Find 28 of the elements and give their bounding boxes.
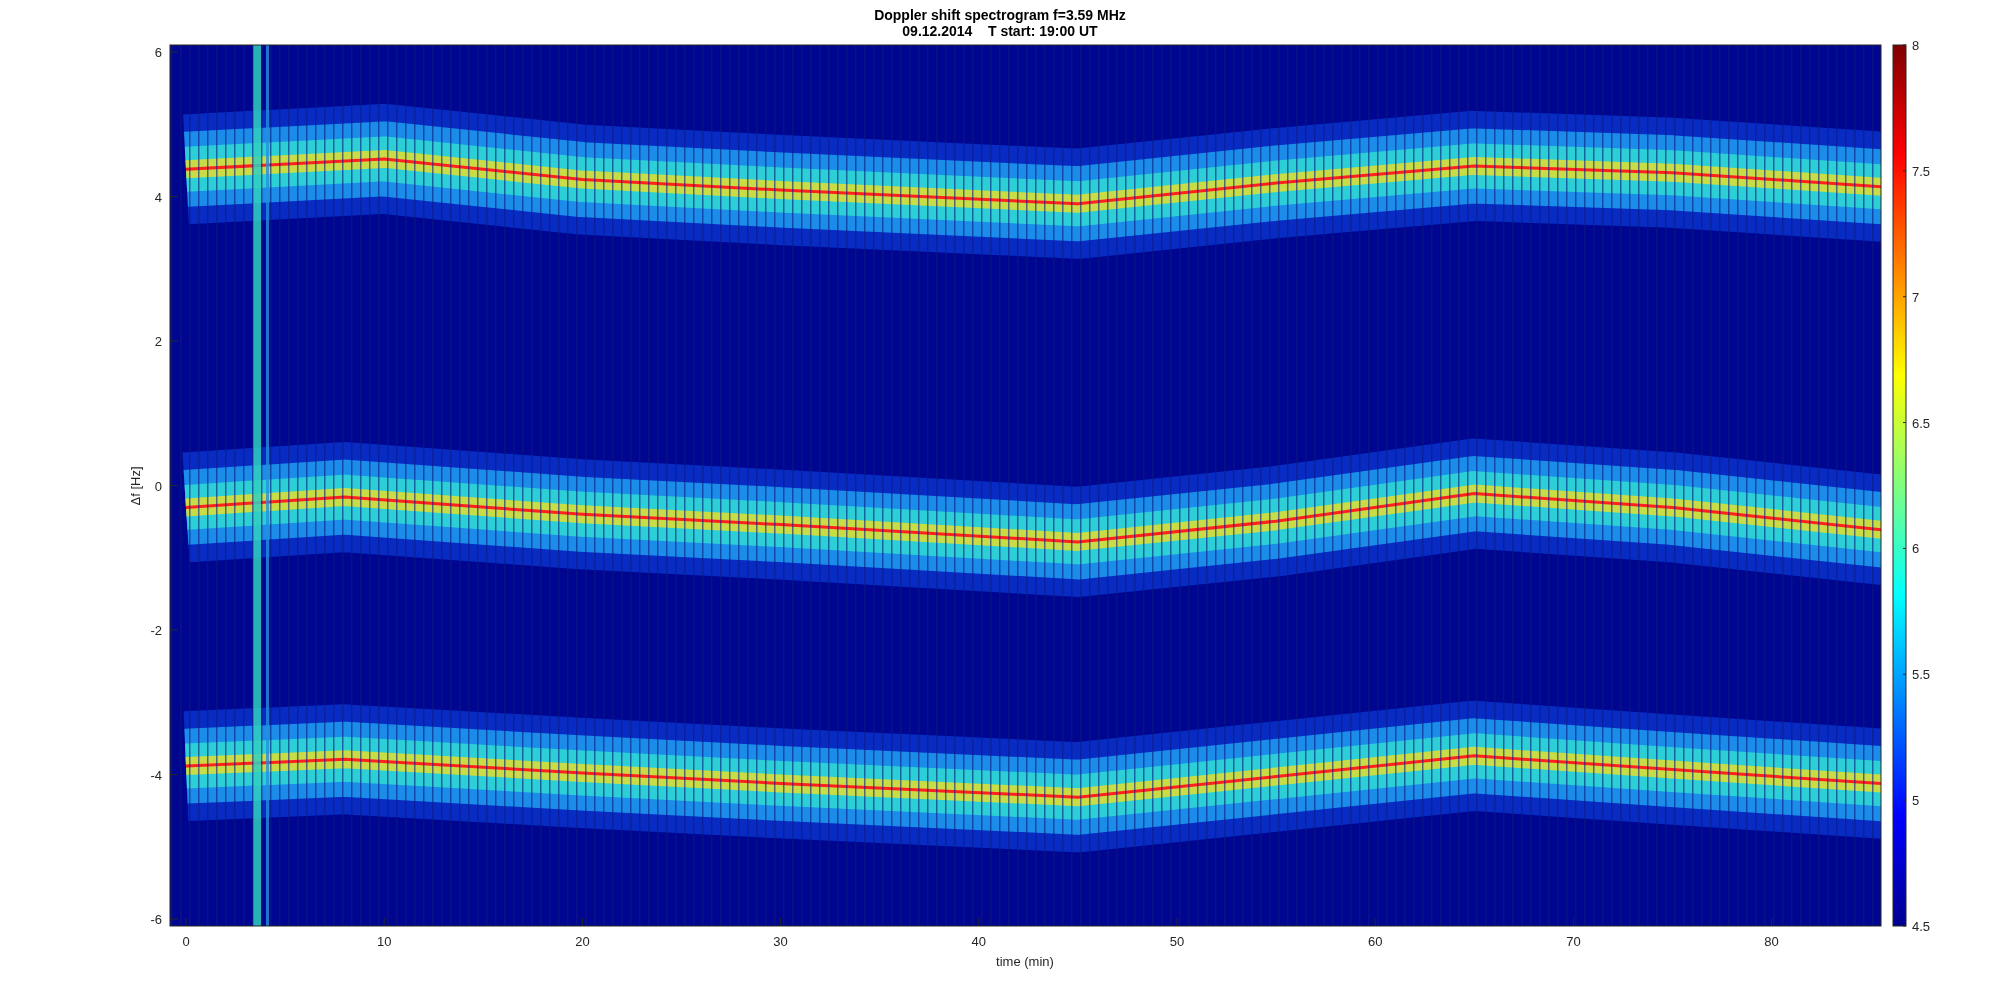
colorbar-tick-label: 7.5 — [1912, 163, 1931, 179]
x-tick-label: 40 — [971, 934, 987, 949]
chart-title: 09.12.2014 T start: 19:00 UT — [902, 23, 1098, 39]
x-tick-label: 60 — [1367, 934, 1383, 949]
x-tick-label: 0 — [182, 934, 190, 949]
y-axis-label: Δf [Hz] — [128, 466, 143, 506]
colorbar-tick-label: 7 — [1912, 289, 1920, 305]
colorbar-tick-label: 6 — [1912, 541, 1920, 557]
colorbar-tick-label: 4.5 — [1912, 919, 1931, 934]
x-tick-label: 50 — [1169, 934, 1185, 949]
x-tick-label: 20 — [575, 934, 590, 949]
colorbar-tick-label: 5 — [1912, 793, 1920, 809]
colorbar-tick-label: 6.5 — [1912, 415, 1931, 431]
colorbar-tick-label: 5.5 — [1912, 667, 1931, 683]
x-tick-label: 10 — [376, 934, 392, 949]
x-tick-label: 30 — [773, 934, 788, 949]
y-tick-label: -4 — [150, 767, 162, 783]
colorbar-tick-label: 8 — [1912, 38, 1920, 53]
x-tick-label: 80 — [1764, 934, 1779, 949]
y-tick-label: -6 — [150, 912, 162, 927]
y-tick-label: 2 — [154, 334, 162, 349]
x-tick-label: 70 — [1566, 934, 1581, 949]
chart-title: Doppler shift spectrogram f=3.59 MHz — [874, 7, 1126, 23]
y-tick-label: 6 — [154, 45, 162, 60]
x-axis-label: time (min) — [996, 954, 1054, 969]
y-tick-label: -2 — [150, 623, 162, 638]
y-tick-label: 4 — [154, 189, 162, 205]
y-tick-label: 0 — [154, 478, 162, 494]
